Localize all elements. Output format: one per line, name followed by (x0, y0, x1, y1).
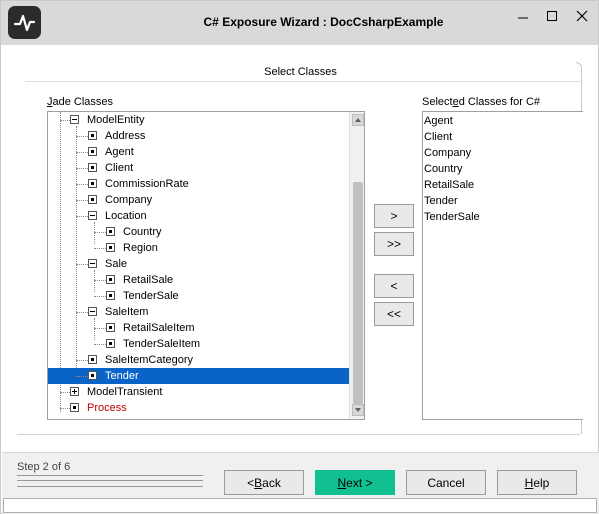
selected-class-item[interactable]: Agent (424, 113, 453, 129)
selected-class-item[interactable]: Company (424, 145, 471, 161)
tree-item-label: Client (105, 162, 134, 174)
section-title: Select Classes (264, 66, 337, 78)
tree-item-label: Region (123, 242, 158, 254)
selected-classes-list[interactable]: Agent Client Company Country RetailSale Tende… (422, 111, 583, 420)
selected-class-item[interactable]: TenderSale (424, 209, 480, 225)
expand-icon[interactable] (70, 387, 79, 396)
jade-classes-label: Jade Classes (47, 96, 114, 108)
tree-item[interactable]: Client (48, 160, 349, 176)
leaf-icon (88, 163, 97, 172)
collapse-icon[interactable] (70, 115, 79, 124)
step-progress-lines (17, 475, 203, 487)
scroll-thumb[interactable] (353, 182, 363, 404)
close-icon[interactable] (567, 5, 597, 27)
tree-item-label: Country (123, 226, 162, 238)
status-bar (3, 498, 597, 513)
leaf-icon (106, 323, 115, 332)
scroll-up-icon[interactable] (352, 114, 364, 126)
minimize-icon[interactable] (508, 5, 538, 27)
leaf-icon (88, 371, 97, 380)
tree-item[interactable]: Tender (48, 368, 349, 384)
tree-item-label: RetailSale (123, 274, 174, 286)
tree-item[interactable]: ModelTransient (48, 384, 349, 400)
selected-class-item[interactable]: Client (424, 129, 452, 145)
tree-item-label: CommissionRate (105, 178, 189, 190)
tree-item-label: TenderSale (123, 290, 179, 302)
maximize-icon[interactable] (537, 5, 567, 27)
selected-classes-label: Selected Classes for C# (422, 96, 541, 108)
leaf-icon (88, 147, 97, 156)
window-title: C# Exposure Wizard : DocCsharpExample (203, 15, 444, 29)
content-divider (17, 434, 580, 435)
tree-item[interactable]: Country (48, 224, 349, 240)
tree-item[interactable]: ModelEntity (48, 112, 349, 128)
back-button[interactable]: < Back (224, 470, 304, 495)
step-indicator: Step 2 of 6 (17, 461, 71, 473)
selected-class-item[interactable]: Tender (424, 193, 458, 209)
tree-item-label: Location (105, 210, 147, 222)
remove-all-classes-button[interactable]: << (374, 302, 414, 326)
leaf-icon (106, 339, 115, 348)
tree-item[interactable]: Company (48, 192, 349, 208)
leaf-icon (106, 291, 115, 300)
tree-scrollbar[interactable] (349, 112, 364, 419)
collapse-icon[interactable] (88, 211, 97, 220)
leaf-icon (88, 179, 97, 188)
leaf-icon (88, 355, 97, 364)
scroll-down-icon[interactable] (352, 404, 364, 416)
leaf-icon (106, 243, 115, 252)
tree-item[interactable]: Region (48, 240, 349, 256)
remove-class-button[interactable]: < (374, 274, 414, 298)
wizard-window: C# Exposure Wizard : DocCsharpExample Se… (0, 0, 599, 514)
cancel-button[interactable]: Cancel (406, 470, 486, 495)
tree-item[interactable]: RetailSaleItem (48, 320, 349, 336)
tree-item[interactable]: TenderSale (48, 288, 349, 304)
tree-item[interactable]: CommissionRate (48, 176, 349, 192)
help-button[interactable]: Help (497, 470, 577, 495)
header-divider (25, 81, 581, 82)
tree-item-label: Agent (105, 146, 134, 158)
jade-classes-tree[interactable]: ModelEntity Address Agent Client CommissionR… (47, 111, 365, 420)
tree-item-label: RetailSaleItem (123, 322, 195, 334)
tree-item-label: ModelTransient (87, 386, 163, 398)
tree-item[interactable]: RetailSale (48, 272, 349, 288)
tree-item-label: SaleItemCategory (105, 354, 194, 366)
tree-item-label: Company (105, 194, 153, 206)
tree-item[interactable]: SaleItem (48, 304, 349, 320)
tree-item-label: Address (105, 130, 146, 142)
next-button[interactable]: Next > (315, 470, 395, 495)
tree-item-label: Process (87, 402, 127, 414)
add-class-button[interactable]: > (374, 204, 414, 228)
collapse-icon[interactable] (88, 259, 97, 268)
tree-item[interactable]: Sale (48, 256, 349, 272)
selected-class-item[interactable]: Country (424, 161, 463, 177)
title-bar[interactable]: C# Exposure Wizard : DocCsharpExample (1, 1, 598, 45)
tree-item[interactable]: Agent (48, 144, 349, 160)
leaf-icon (106, 227, 115, 236)
leaf-icon (88, 131, 97, 140)
tree-item-label: TenderSaleItem (123, 338, 201, 350)
collapse-icon[interactable] (88, 307, 97, 316)
tree-item-label: Tender (105, 370, 139, 382)
add-all-classes-button[interactable]: >> (374, 232, 414, 256)
tree-item[interactable]: Address (48, 128, 349, 144)
tree-item[interactable]: SaleItemCategory (48, 352, 349, 368)
tree-item[interactable]: TenderSaleItem (48, 336, 349, 352)
tree-item-label: Sale (105, 258, 128, 270)
tree-item-label: ModelEntity (87, 114, 145, 126)
leaf-icon (88, 195, 97, 204)
leaf-icon (70, 403, 79, 412)
tree-item[interactable]: Location (48, 208, 349, 224)
tree-item-label: SaleItem (105, 306, 149, 318)
selected-class-item[interactable]: RetailSale (424, 177, 474, 193)
leaf-icon (106, 275, 115, 284)
tree-item[interactable]: Process (48, 400, 349, 416)
